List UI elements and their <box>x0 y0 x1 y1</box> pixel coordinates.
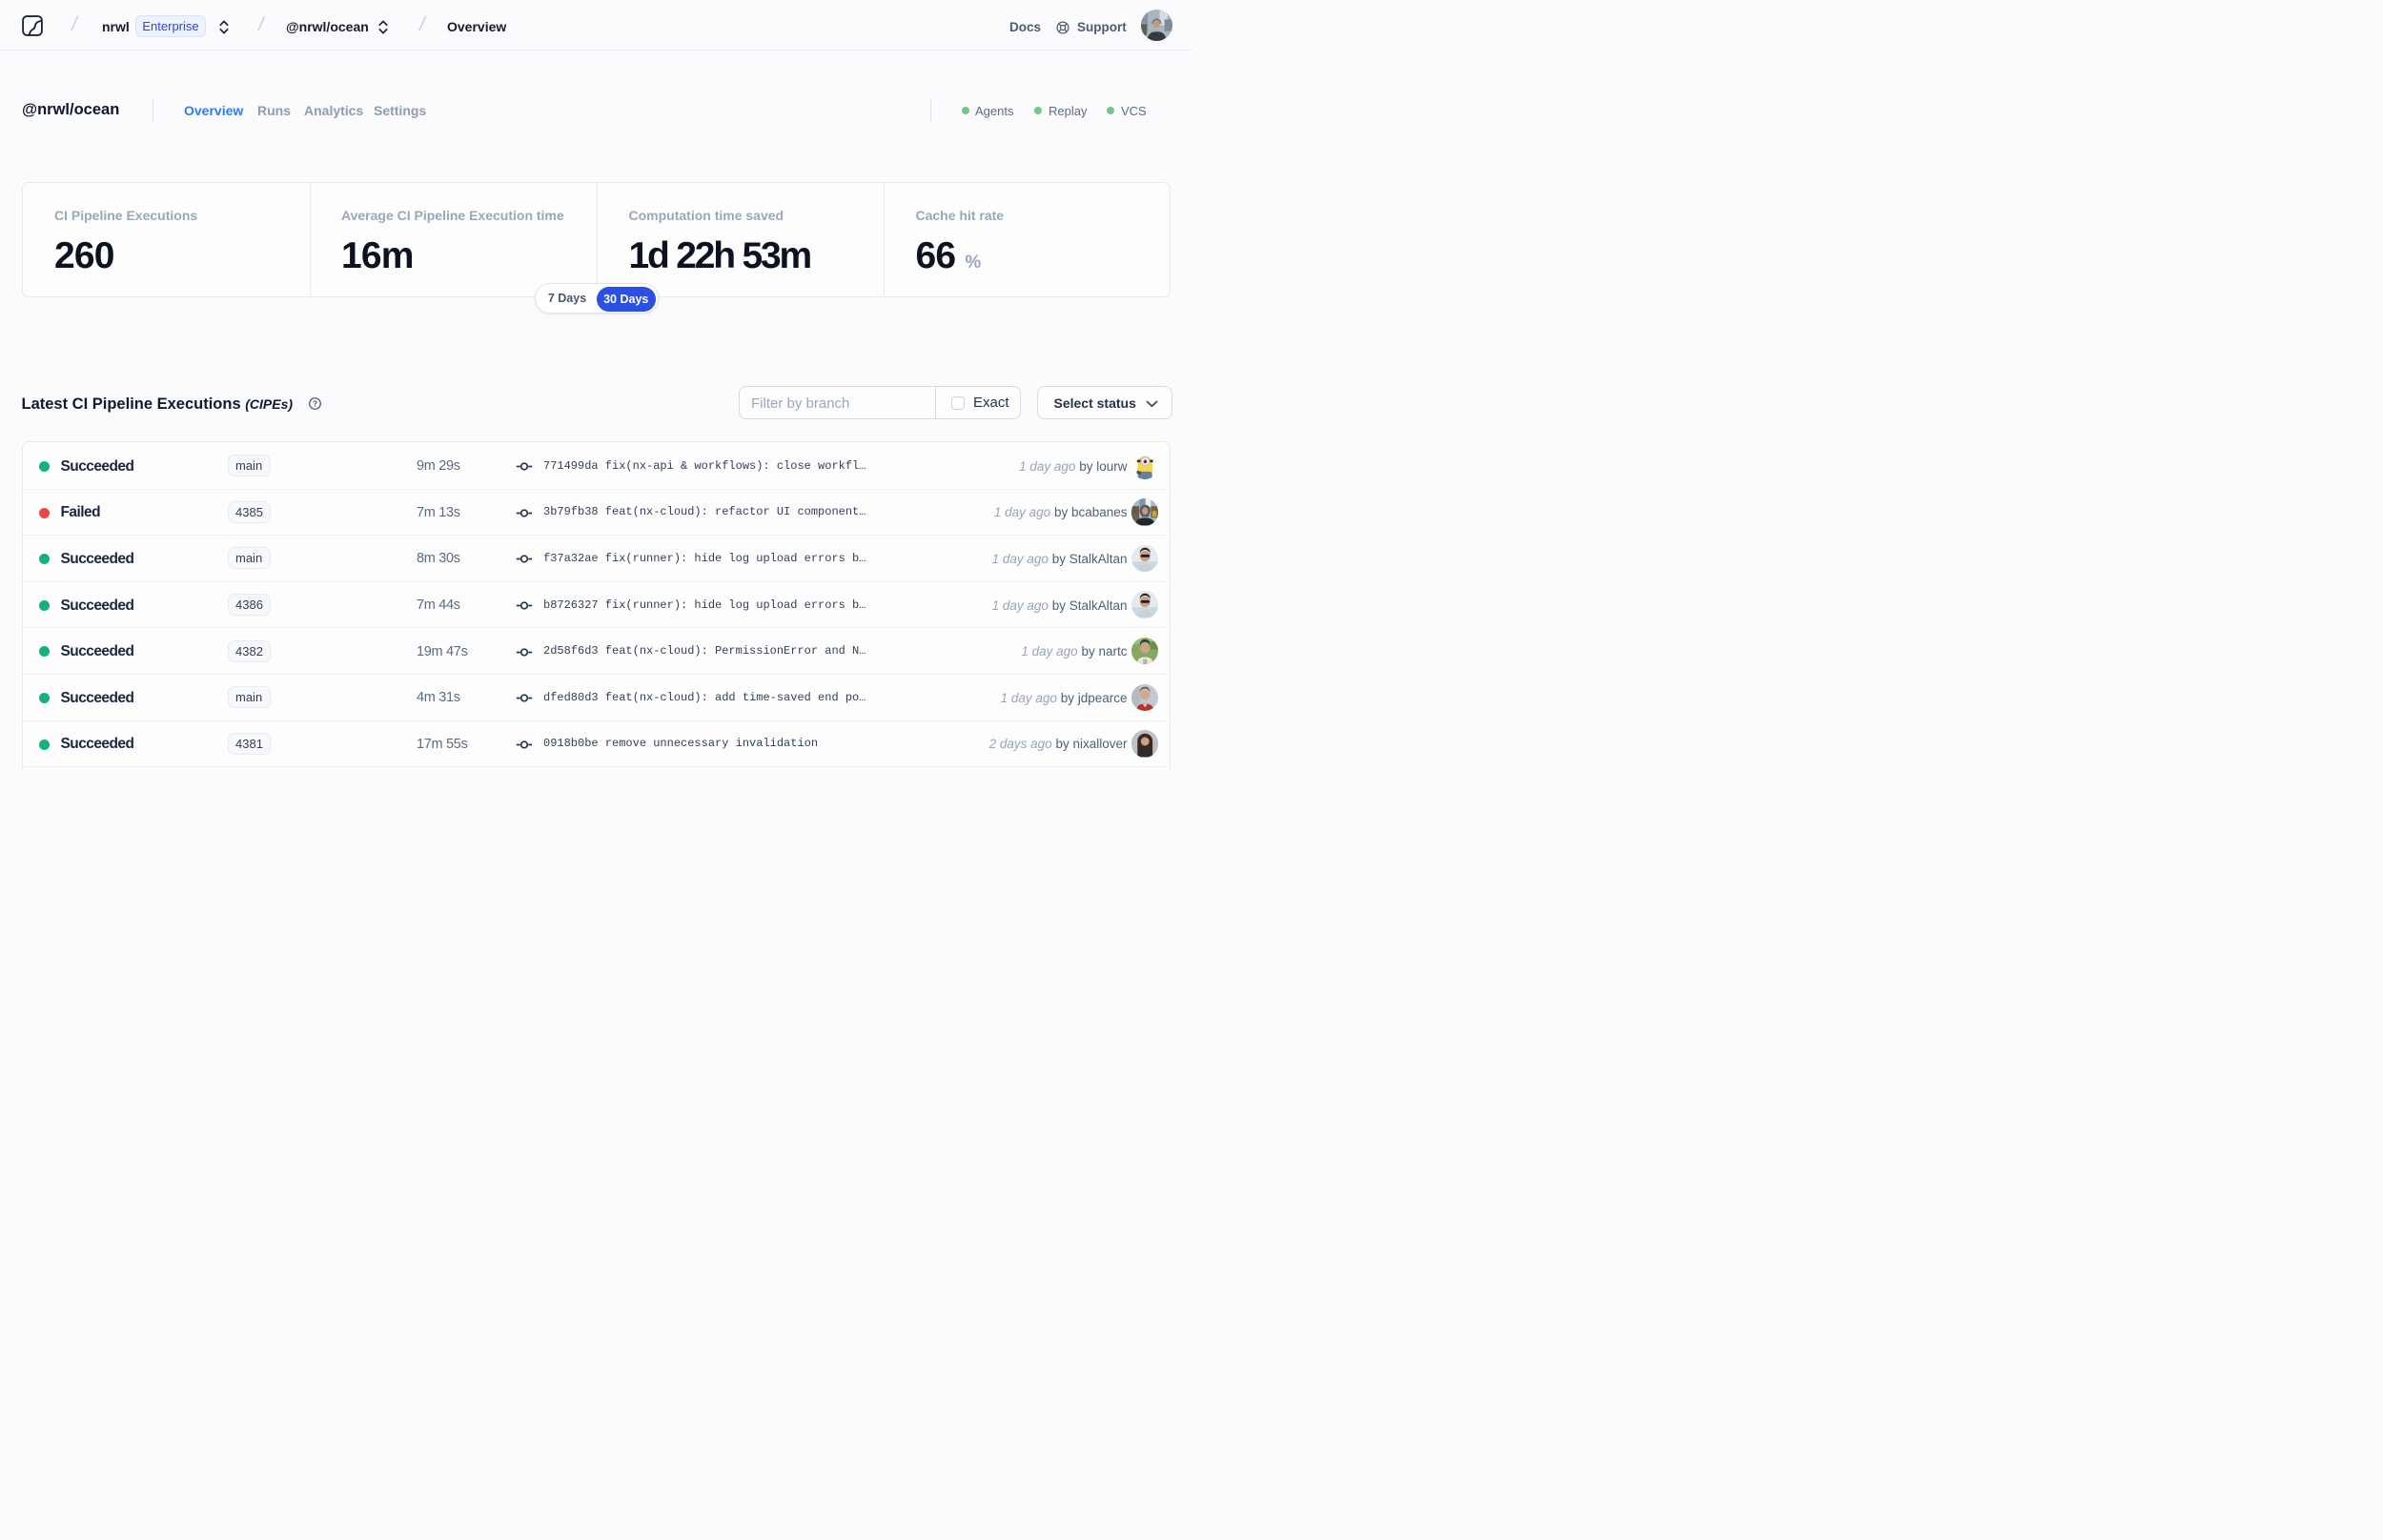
svg-text:?: ? <box>313 399 317 408</box>
